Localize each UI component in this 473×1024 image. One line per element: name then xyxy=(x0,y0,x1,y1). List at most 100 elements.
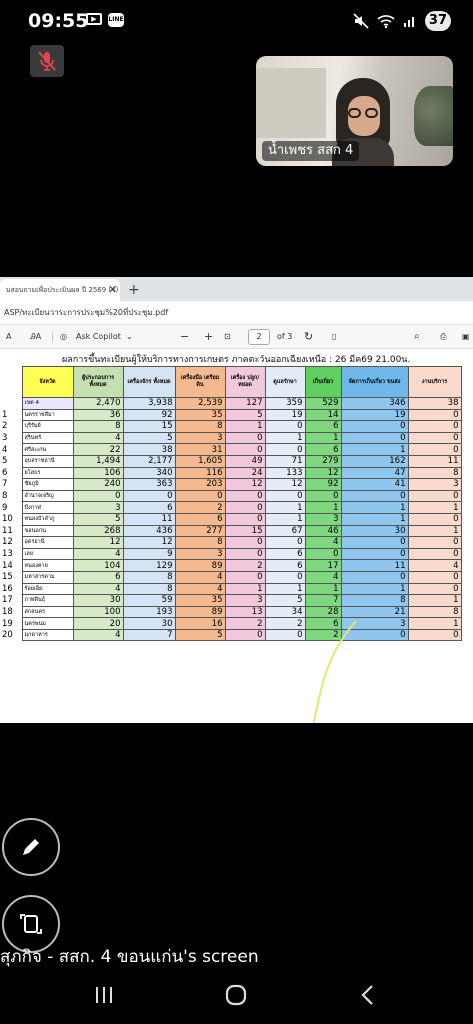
value-cell: 1 xyxy=(340,582,409,596)
value-cell: 35 xyxy=(174,408,226,422)
value-cell: 359 xyxy=(264,397,306,410)
video-call-icon: ▶ xyxy=(86,13,102,25)
value-cell: 8 xyxy=(72,420,124,433)
copilot-icon[interactable]: ◎ xyxy=(60,325,67,349)
value-cell: 0 xyxy=(407,547,462,561)
row-number: 3 xyxy=(2,433,8,444)
annotation-scribble xyxy=(312,620,357,723)
province-cell: อุดรธานี xyxy=(21,536,74,549)
print-icon[interactable]: ⎙ xyxy=(440,325,446,349)
ask-copilot-button[interactable]: Ask Copilot xyxy=(76,325,121,349)
browser-tab[interactable]: บสอบถามเพื่อประเมินผล ปี 2569 (4) xyxy=(0,279,120,301)
value-cell: 13 xyxy=(224,605,266,619)
value-cell: 0 xyxy=(174,489,226,503)
background-shelf xyxy=(256,68,326,138)
value-cell: 193 xyxy=(122,605,176,619)
zoom-out-button[interactable]: − xyxy=(180,325,189,349)
value-cell: 3 xyxy=(224,594,266,607)
value-cell: 6 xyxy=(304,420,342,433)
province-cell: นครราชสีมา xyxy=(21,408,74,422)
value-cell: 1 xyxy=(407,501,462,514)
value-cell: 0 xyxy=(224,501,266,514)
value-cell: 5 xyxy=(174,628,226,642)
value-cell: 1 xyxy=(340,512,409,526)
row-number: 12 xyxy=(2,537,13,548)
province-cell: กาฬสินธุ์ xyxy=(21,594,74,607)
province-cell: ศรีสะเกษ xyxy=(21,443,74,456)
value-cell: 3 xyxy=(174,431,226,445)
province-cell: ชัยภูมิ xyxy=(21,478,74,491)
value-cell: 6 xyxy=(122,501,176,514)
value-cell: 2 xyxy=(174,501,226,514)
table-row: 13 เลย 4 9 3 0 6 0 0 0 xyxy=(0,547,462,561)
value-cell: 5 xyxy=(224,408,266,422)
value-cell: 38 xyxy=(407,397,462,410)
header-province: จังหวัด xyxy=(21,366,74,398)
shared-screen[interactable]: บสอบถามเพื่อประเมินผล ปี 2569 (4) ✕ + AS… xyxy=(0,277,473,723)
value-cell: 0 xyxy=(407,582,462,596)
participant-video-tile[interactable]: น้ำเพชร สสก 4 xyxy=(256,56,453,166)
read-aloud-button[interactable]: A xyxy=(6,325,11,349)
row-number: 19 xyxy=(2,618,13,629)
document-title: ผลการขึ้นทะเบียนผู้ให้บริการทางการเกษตร … xyxy=(62,355,411,365)
search-icon[interactable]: ⌕ xyxy=(414,325,420,349)
value-cell: 162 xyxy=(340,454,409,468)
value-cell: 129 xyxy=(122,559,176,572)
value-cell: 0 xyxy=(407,420,462,433)
signal-icon xyxy=(403,17,414,27)
tab-close-icon[interactable]: ✕ xyxy=(108,279,117,301)
value-cell: 2,177 xyxy=(122,454,176,468)
value-cell: 1 xyxy=(224,582,266,596)
page-view-icon[interactable]: ▯ xyxy=(332,325,336,349)
value-cell: 3 xyxy=(72,501,124,514)
table-row: 9 บึงกาฬ 3 6 2 0 1 1 1 1 xyxy=(0,501,462,514)
participant-name: น้ำเพชร สสก 4 xyxy=(262,141,360,161)
value-cell: 340 xyxy=(122,466,176,480)
province-cell: สกลนคร xyxy=(21,605,74,619)
home-icon xyxy=(225,984,247,1006)
value-cell: 19 xyxy=(340,408,409,422)
value-cell: 16 xyxy=(174,617,226,630)
value-cell: 0 xyxy=(407,408,462,422)
zoom-in-button[interactable]: + xyxy=(204,325,213,349)
value-cell: 1 xyxy=(264,431,306,445)
recent-apps-button[interactable] xyxy=(84,980,124,1010)
value-cell: 6 xyxy=(174,512,226,526)
province-cell: มหาสารคาม xyxy=(21,570,74,584)
province-cell: ร้อยเอ็ด xyxy=(21,582,74,596)
chevron-down-icon[interactable]: ⌄ xyxy=(126,325,133,349)
value-cell: 4 xyxy=(407,559,462,572)
value-cell: 277 xyxy=(174,524,226,538)
value-cell: 36 xyxy=(72,408,124,422)
page-number-input[interactable]: 2 xyxy=(248,329,270,345)
value-cell: 0 xyxy=(224,489,266,503)
value-cell: 7 xyxy=(304,594,342,607)
row-number xyxy=(0,398,22,410)
header-col1: ผู้ประกอบการ ทั้งหมด xyxy=(72,366,124,398)
fit-page-icon[interactable]: ⊡ xyxy=(224,325,231,349)
address-bar[interactable]: ASP/ทะเบียนวาระการประชุม%20ที่ประชุม.pdf xyxy=(0,301,473,325)
save-icon[interactable]: ▣ xyxy=(462,325,470,349)
row-number: 16 xyxy=(2,583,13,594)
mic-toggle-button[interactable] xyxy=(30,45,64,77)
new-tab-icon[interactable]: + xyxy=(128,279,140,301)
back-button[interactable] xyxy=(348,980,388,1010)
annotate-button[interactable] xyxy=(2,818,60,876)
header-col4: เครื่อง ปลูก/หยอด xyxy=(224,366,266,398)
header-col5: ดูแลรักษา xyxy=(264,366,306,398)
value-cell: 67 xyxy=(264,524,306,538)
table-row: 3 สุรินทร์ 4 5 3 0 1 1 0 0 xyxy=(0,431,462,445)
value-cell: 2,470 xyxy=(72,397,124,410)
value-cell: 268 xyxy=(72,524,124,538)
value-cell: 5 xyxy=(122,431,176,445)
rotate-icon[interactable]: ↻ xyxy=(304,325,313,349)
value-cell: 12 xyxy=(224,478,266,491)
status-bar: 09:55 ▶ LINE 37 xyxy=(0,0,473,44)
rotate-screen-icon xyxy=(20,914,42,934)
browser-tab-bar: บสอบถามเพื่อประเมินผล ปี 2569 (4) ✕ + xyxy=(0,277,473,301)
value-cell: 7 xyxy=(122,628,176,642)
translate-button[interactable]: ᎯA xyxy=(30,325,41,349)
province-cell: สุรินทร์ xyxy=(21,431,74,445)
home-button[interactable] xyxy=(216,980,256,1010)
value-cell: 6 xyxy=(264,547,306,561)
